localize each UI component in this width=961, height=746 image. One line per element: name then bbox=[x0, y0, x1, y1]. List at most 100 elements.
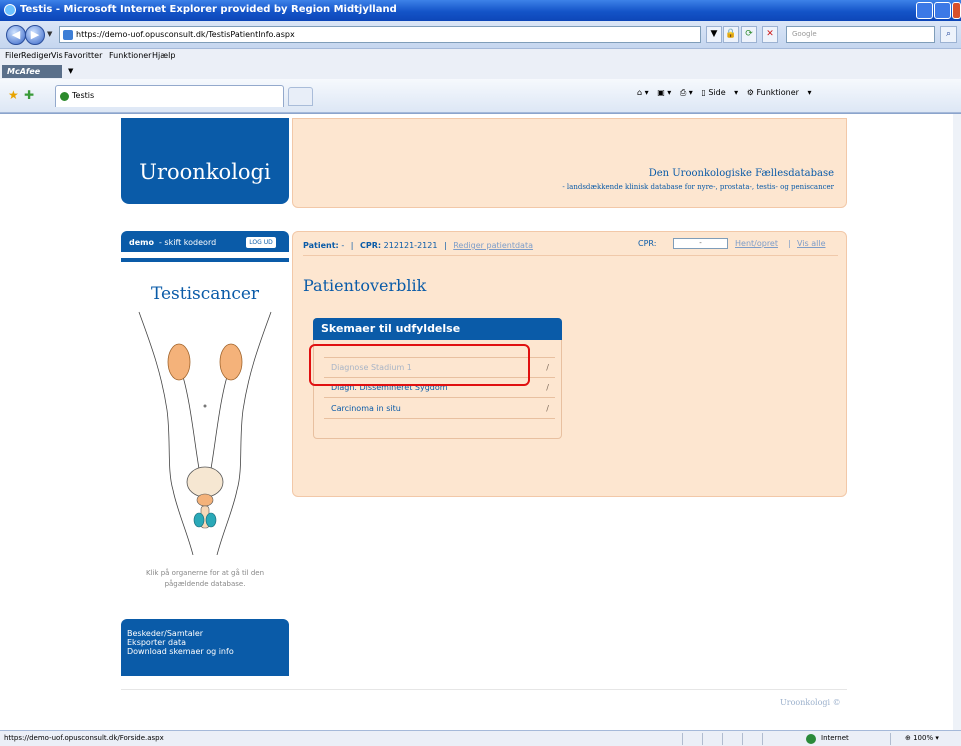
tools-menu[interactable]: ⚙ Funktioner ▾ bbox=[747, 88, 812, 97]
internet-zone-icon bbox=[806, 734, 816, 744]
recent-pages-dropdown-icon[interactable]: ▼ bbox=[47, 30, 52, 38]
export-data-link[interactable]: Eksporter data bbox=[127, 638, 289, 647]
tab-testis[interactable]: Testis bbox=[55, 85, 284, 107]
url-input[interactable]: https://demo-uof.opusconsult.dk/TestisPa… bbox=[59, 26, 701, 43]
forward-button[interactable]: ▶ bbox=[25, 25, 45, 45]
status-divider bbox=[742, 733, 743, 745]
download-forms-link[interactable]: Download skemaer og info bbox=[127, 647, 289, 656]
address-dropdown-icon[interactable]: ▼ bbox=[706, 26, 722, 43]
new-tab-button[interactable] bbox=[288, 87, 313, 106]
close-window-button[interactable] bbox=[952, 2, 961, 19]
page-icon bbox=[63, 30, 73, 40]
back-button[interactable]: ◀ bbox=[6, 25, 26, 45]
minimize-button[interactable] bbox=[916, 2, 933, 19]
home-icon[interactable]: ⌂ ▾ bbox=[637, 88, 649, 97]
divider bbox=[303, 255, 838, 256]
window-title: Testis - Microsoft Internet Explorer pro… bbox=[20, 4, 397, 15]
status-divider bbox=[722, 733, 723, 745]
patient-value: - bbox=[341, 241, 345, 250]
refresh-icon[interactable]: ⟳ bbox=[741, 26, 757, 43]
add-favorite-icon[interactable]: ✚ bbox=[24, 88, 34, 102]
tools-menu-label: Funktioner bbox=[756, 88, 799, 97]
window-titlebar: Testis - Microsoft Internet Explorer pro… bbox=[0, 0, 961, 21]
header-subtitle: - landsdækkende klinisk database for nyr… bbox=[562, 183, 834, 191]
kidney-right[interactable] bbox=[219, 343, 243, 381]
navel bbox=[203, 404, 207, 408]
form-status-mark: / bbox=[546, 404, 549, 413]
page-title: Patientoverblik bbox=[303, 276, 427, 295]
cpr-search-input[interactable]: - bbox=[673, 238, 728, 249]
prostate[interactable] bbox=[196, 493, 214, 507]
maximize-button[interactable] bbox=[934, 2, 951, 19]
security-zone[interactable]: Internet bbox=[821, 734, 849, 742]
status-divider bbox=[762, 733, 763, 745]
cpr-value: 212121-2121 bbox=[383, 241, 438, 250]
form-status-mark: / bbox=[546, 383, 549, 392]
menu-item-hjaelp[interactable]: Hjælp bbox=[152, 51, 175, 60]
anatomy-diagram[interactable] bbox=[121, 310, 289, 555]
patient-label: Patient: bbox=[303, 241, 339, 250]
cpr-label: CPR: bbox=[360, 241, 382, 250]
body-outline-left bbox=[138, 311, 174, 491]
ureter-right bbox=[208, 369, 230, 481]
menu-item-favoritter[interactable]: Favoritter bbox=[64, 51, 102, 60]
mcafee-button[interactable]: McAfee bbox=[2, 65, 62, 78]
footer-divider bbox=[121, 689, 847, 690]
username: demo bbox=[129, 238, 154, 247]
scrollbar[interactable] bbox=[953, 114, 961, 731]
page-menu[interactable]: ▯ Side ▾ bbox=[701, 88, 738, 97]
lock-icon[interactable]: 🔒 bbox=[723, 26, 739, 43]
header-title: Den Uroonkologiske Fællesdatabase bbox=[648, 168, 834, 179]
form-label: Carcinoma in situ bbox=[331, 404, 401, 413]
fetch-create-link[interactable]: Hent/opret bbox=[735, 239, 778, 248]
menu-item-rediger[interactable]: Rediger bbox=[21, 51, 52, 60]
show-all-link[interactable]: Vis alle bbox=[797, 239, 826, 248]
anatomy-caption: Klik på organerne for at gå til den pågæ… bbox=[121, 568, 289, 590]
tab-page-icon bbox=[60, 92, 69, 101]
separator: | bbox=[443, 241, 447, 250]
forms-panel-title: Skemaer til udfyldelse bbox=[313, 318, 562, 340]
search-input[interactable]: Google bbox=[786, 26, 935, 43]
status-bar: https://demo-uof.opusconsult.dk/Forside.… bbox=[0, 730, 961, 746]
caption-line-1: Klik på organerne for at gå til den bbox=[145, 569, 265, 577]
page-menu-label: Side bbox=[708, 88, 726, 97]
edit-patient-link[interactable]: Rediger patientdata bbox=[453, 241, 533, 250]
status-divider bbox=[682, 733, 683, 745]
highlight-annotation bbox=[309, 344, 530, 386]
patient-bar: Patient: - | CPR: 212121-2121 | Rediger … bbox=[303, 241, 533, 250]
testis-left[interactable] bbox=[193, 512, 205, 528]
separator: | bbox=[788, 239, 791, 248]
form-status-mark: / bbox=[546, 363, 549, 372]
form-row-carcinoma-in-situ[interactable]: Carcinoma in situ / bbox=[324, 399, 555, 419]
site-logo[interactable]: Uroonkologi bbox=[121, 118, 289, 204]
zoom-value: 100% bbox=[913, 734, 934, 742]
mcafee-dropdown-icon[interactable]: ▼ bbox=[68, 67, 73, 75]
favorites-star-icon[interactable]: ★ bbox=[8, 88, 19, 102]
menu-bar: Filer Rediger Vis Favoritter Funktioner … bbox=[0, 49, 961, 64]
stop-icon[interactable]: ✕ bbox=[762, 26, 778, 43]
address-bar: ◀ ▶ ▼ https://demo-uof.opusconsult.dk/Te… bbox=[0, 21, 961, 49]
print-icon[interactable]: ⎙ ▾ bbox=[680, 88, 693, 97]
feeds-icon[interactable]: ▣ ▾ bbox=[657, 88, 671, 97]
change-password-link[interactable]: - skift kodeord bbox=[159, 238, 216, 247]
bladder[interactable] bbox=[186, 466, 224, 498]
logout-button[interactable]: LOG UD bbox=[246, 237, 276, 248]
user-panel: demo - skift kodeord LOG UD bbox=[121, 231, 289, 262]
status-divider bbox=[702, 733, 703, 745]
zoom-level[interactable]: ⊕ 100% ▾ bbox=[905, 734, 939, 742]
status-url: https://demo-uof.opusconsult.dk/Forside.… bbox=[4, 734, 164, 742]
menu-item-filer[interactable]: Filer bbox=[5, 51, 22, 60]
testis-right[interactable] bbox=[205, 512, 217, 528]
kidney-left[interactable] bbox=[167, 343, 191, 381]
search-icon[interactable]: ⌕ bbox=[940, 26, 957, 43]
messages-link[interactable]: Beskeder/Samtaler bbox=[127, 629, 289, 638]
menu-item-funktioner[interactable]: Funktioner bbox=[109, 51, 151, 60]
site-header: Den Uroonkologiske Fællesdatabase - land… bbox=[292, 118, 847, 208]
status-divider bbox=[890, 733, 891, 745]
leg-outline-left bbox=[172, 489, 194, 555]
footer-text: Uroonkologi © bbox=[780, 698, 841, 707]
menu-item-vis[interactable]: Vis bbox=[51, 51, 63, 60]
mcafee-toolbar: McAfee ▼ bbox=[0, 64, 961, 79]
page-viewport: Uroonkologi Den Uroonkologiske Fællesdat… bbox=[0, 113, 961, 731]
separator: | bbox=[350, 241, 354, 250]
